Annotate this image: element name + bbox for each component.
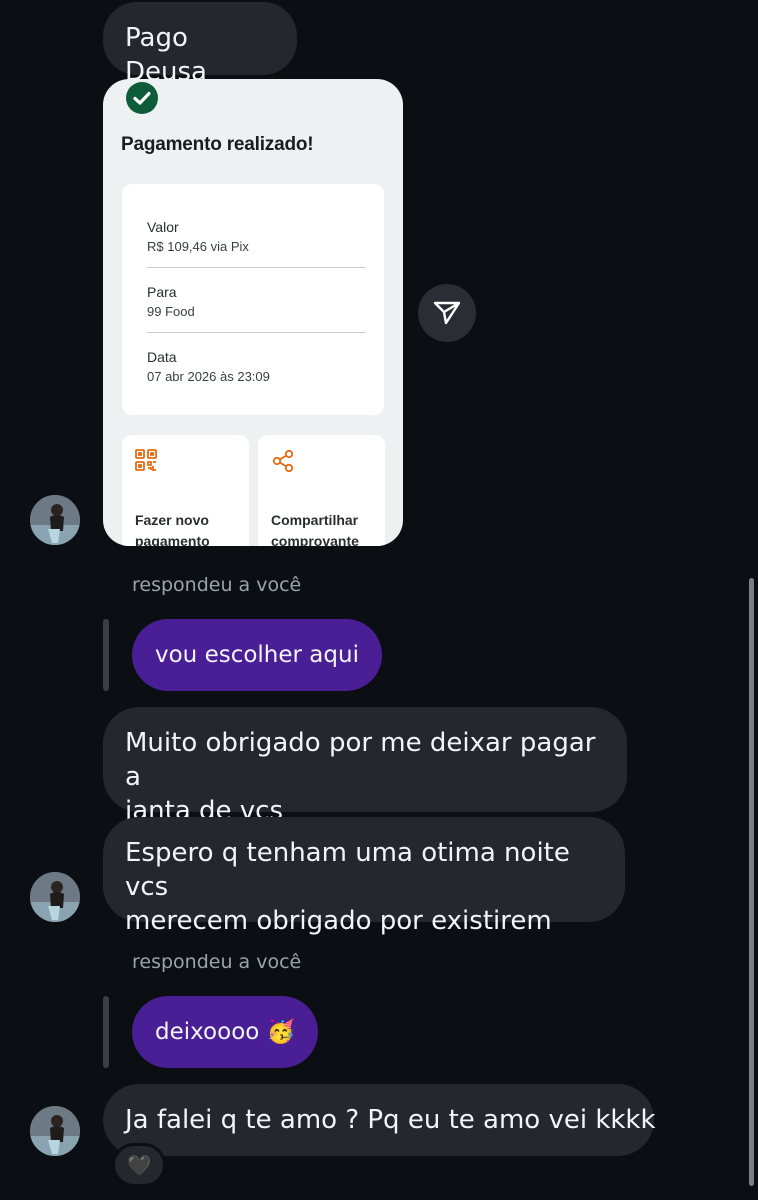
message-text-line: Muito obrigado por me deixar pagar a bbox=[125, 728, 596, 792]
replied-message-text: deixoooo bbox=[155, 1019, 260, 1045]
reaction-badge[interactable]: 🖤 bbox=[112, 1143, 166, 1187]
receipt-value: 07 abr 2026 às 23:09 bbox=[147, 369, 270, 384]
share-icon bbox=[271, 449, 295, 478]
share-receipt-tile[interactable]: Compartilhar comprovante bbox=[258, 435, 385, 546]
avatar[interactable] bbox=[30, 495, 80, 545]
black-heart-emoji: 🖤 bbox=[126, 1153, 152, 1177]
message-bubble[interactable]: Espero q tenham uma otima noite vcs mere… bbox=[103, 817, 625, 936]
message-text-line: Espero q tenham uma otima noite vcs bbox=[125, 838, 570, 902]
receipt-label: Valor bbox=[147, 219, 179, 235]
share-message-button[interactable] bbox=[418, 284, 476, 342]
scrollbar[interactable] bbox=[749, 578, 754, 1186]
check-circle-icon bbox=[126, 82, 158, 114]
share-receipt-label: Compartilhar comprovante bbox=[271, 512, 359, 546]
party-face-emoji: 🥳 bbox=[266, 1019, 296, 1045]
paper-plane-icon bbox=[433, 301, 461, 325]
receipt-label: Para bbox=[147, 284, 177, 300]
qr-code-icon bbox=[135, 449, 157, 476]
new-payment-label: Fazer novo pagamento bbox=[135, 512, 210, 546]
receipt-row-valor: Valor R$ 109,46 via Pix bbox=[147, 217, 366, 268]
new-payment-tile[interactable]: Fazer novo pagamento bbox=[122, 435, 249, 546]
message-bubble[interactable]: Ja falei q te amo ? Pq eu te amo vei kkk… bbox=[103, 1084, 656, 1156]
receipt-row-para: Para 99 Food bbox=[147, 282, 366, 333]
avatar[interactable] bbox=[30, 872, 80, 922]
receipt-row-data: Data 07 abr 2026 às 23:09 bbox=[147, 347, 366, 397]
replied-message-bubble[interactable]: deixoooo 🥳 bbox=[132, 996, 319, 1068]
message-text-line: merecem obrigado por existirem bbox=[125, 906, 552, 936]
receipt-label: Data bbox=[147, 349, 177, 365]
reply-label: respondeu a você bbox=[132, 574, 302, 596]
message-bubble[interactable]: Pago Deusa bbox=[103, 2, 297, 87]
receipt-details-panel: Valor R$ 109,46 via Pix Para 99 Food Dat… bbox=[122, 184, 384, 415]
reply-label: respondeu a você bbox=[132, 951, 302, 973]
receipt-value: R$ 109,46 via Pix bbox=[147, 239, 249, 254]
avatar[interactable] bbox=[30, 1106, 80, 1156]
message-text: Pago Deusa bbox=[125, 23, 207, 87]
reply-quote-bar bbox=[103, 619, 109, 691]
replied-message-bubble[interactable]: vou escolher aqui bbox=[132, 619, 382, 691]
replied-message-text: vou escolher aqui bbox=[155, 642, 359, 668]
chat-thread: Pago Deusa Pagamento realizado! Valor R$… bbox=[0, 0, 758, 1200]
message-bubble[interactable]: Muito obrigado por me deixar pagar a jan… bbox=[103, 707, 627, 826]
message-text: Ja falei q te amo ? Pq eu te amo vei kkk… bbox=[125, 1105, 656, 1135]
payment-receipt-image[interactable]: Pagamento realizado! Valor R$ 109,46 via… bbox=[103, 79, 403, 546]
receipt-title: Pagamento realizado! bbox=[121, 134, 314, 155]
receipt-value: 99 Food bbox=[147, 304, 195, 319]
reply-quote-bar bbox=[103, 996, 109, 1068]
